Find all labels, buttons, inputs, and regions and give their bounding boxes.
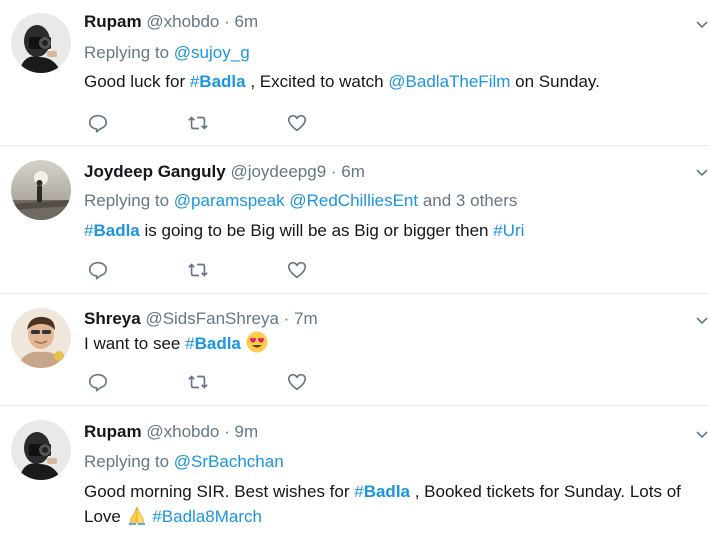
replying-label: Replying to [84, 191, 170, 210]
mention-link[interactable]: @BadlaTheFilm [388, 72, 510, 91]
separator-dot: · [224, 12, 230, 31]
tweet-text: Good morning SIR. Best wishes for #Badla… [84, 480, 696, 529]
tweet[interactable]: Joydeep Ganguly @joydeepg9 · 6m Replying… [0, 146, 709, 294]
display-name[interactable]: Shreya [84, 309, 141, 328]
reply-mention[interactable]: @paramspeak [174, 191, 285, 210]
hashtag-word: Badla [363, 482, 410, 501]
avatar[interactable] [11, 160, 71, 220]
hashtag-word: Badla [194, 334, 241, 353]
chevron-down-icon[interactable] [695, 18, 709, 32]
heart-icon[interactable] [286, 112, 310, 136]
retweet-icon[interactable] [187, 259, 211, 283]
replying-label: Replying to [84, 452, 170, 471]
user-handle[interactable]: @xhobdo [146, 422, 219, 441]
text-segment: Good morning SIR. Best wishes for [84, 482, 355, 501]
avatar[interactable] [11, 13, 71, 73]
chevron-down-icon[interactable] [695, 166, 709, 180]
hashtag[interactable]: #Badla [190, 72, 246, 91]
tweet-header: Shreya @SidsFanShreya · 7m [84, 308, 318, 330]
chevron-down-icon[interactable] [695, 314, 709, 328]
timestamp[interactable]: 7m [294, 309, 318, 328]
separator-dot: · [330, 162, 337, 181]
hash-symbol: # [354, 482, 364, 501]
hashtag[interactable]: #Badla8March [152, 507, 262, 526]
tweet-text: #Badla is going to be Big will be as Big… [84, 219, 696, 243]
retweet-icon[interactable] [187, 112, 211, 136]
replying-suffix[interactable]: and 3 others [423, 191, 518, 210]
tweet-actions [84, 371, 344, 395]
hashtag-word: Badla [199, 72, 246, 91]
replying-label: Replying to [84, 43, 170, 62]
text-segment: I want to see [84, 334, 186, 353]
hashtag[interactable]: #Uri [493, 221, 524, 240]
hashtag[interactable]: #Badla [84, 221, 140, 240]
text-segment: is going to be Big will be as Big or big… [139, 221, 494, 240]
heart-icon[interactable] [286, 259, 310, 283]
timestamp[interactable]: 9m [235, 422, 259, 441]
hashtag-word: Uri [502, 221, 525, 240]
tweet-actions [84, 112, 344, 136]
replying-to-line: Replying to @paramspeak @RedChilliesEnt … [84, 190, 517, 212]
replying-to-line: Replying to @SrBachchan [84, 451, 284, 473]
hashtag[interactable]: #Badla [354, 482, 410, 501]
timestamp[interactable]: 6m [235, 12, 259, 31]
separator-dot: · [283, 309, 290, 328]
avatar[interactable] [11, 308, 71, 368]
reply-mention[interactable]: @SrBachchan [174, 452, 284, 471]
separator-dot: · [224, 422, 230, 441]
tweet-text: Good luck for #Badla , Excited to watch … [84, 70, 696, 94]
text-segment: Good luck for [84, 72, 190, 91]
user-handle[interactable]: @xhobdo [146, 12, 219, 31]
user-handle[interactable]: @SidsFanShreya [145, 309, 279, 328]
text-segment: on Sunday. [510, 72, 600, 91]
hashtag-word: Badla [93, 221, 140, 240]
reply-icon[interactable] [87, 112, 111, 136]
reply-mention[interactable]: @RedChilliesEnt [289, 191, 418, 210]
tweet-text: I want to see #Badla [84, 331, 696, 356]
hash-symbol: # [493, 221, 503, 240]
text-segment: , Excited to watch [245, 72, 389, 91]
text-segment: , Booked tickets for Sunday. Lots of [410, 482, 681, 501]
tweet[interactable]: Shreya @SidsFanShreya · 7m I want to see… [0, 294, 709, 406]
hash-symbol: # [189, 72, 200, 91]
folded-hands-emoji [126, 504, 148, 526]
retweet-icon[interactable] [187, 371, 211, 395]
display-name[interactable]: Rupam [84, 12, 142, 31]
hash-symbol: # [185, 334, 195, 353]
replying-to-line: Replying to @sujoy_g [84, 42, 250, 64]
tweet[interactable]: Rupam @xhobdo · 6m Replying to @sujoy_g … [0, 0, 709, 146]
tweet[interactable]: Rupam @xhobdo · 9m Replying to @SrBachch… [0, 406, 709, 536]
reply-icon[interactable] [87, 259, 111, 283]
tweet-actions [84, 259, 344, 283]
text-segment: Love [84, 507, 126, 526]
display-name[interactable]: Rupam [84, 422, 142, 441]
timestamp[interactable]: 6m [341, 162, 365, 181]
heart-icon[interactable] [286, 371, 310, 395]
tweet-header: Joydeep Ganguly @joydeepg9 · 6m [84, 161, 365, 183]
user-handle[interactable]: @joydeepg9 [230, 162, 326, 181]
hashtag[interactable]: #Badla [185, 334, 241, 353]
heart-eyes-emoji [246, 331, 268, 353]
tweet-feed: Rupam @xhobdo · 6m Replying to @sujoy_g … [0, 0, 709, 536]
tweet-header: Rupam @xhobdo · 6m [84, 11, 258, 33]
chevron-down-icon[interactable] [695, 428, 709, 442]
avatar[interactable] [11, 420, 71, 480]
reply-mention[interactable]: @sujoy_g [174, 43, 250, 62]
display-name[interactable]: Joydeep Ganguly [84, 162, 226, 181]
tweet-header: Rupam @xhobdo · 9m [84, 421, 258, 443]
reply-icon[interactable] [87, 371, 111, 395]
